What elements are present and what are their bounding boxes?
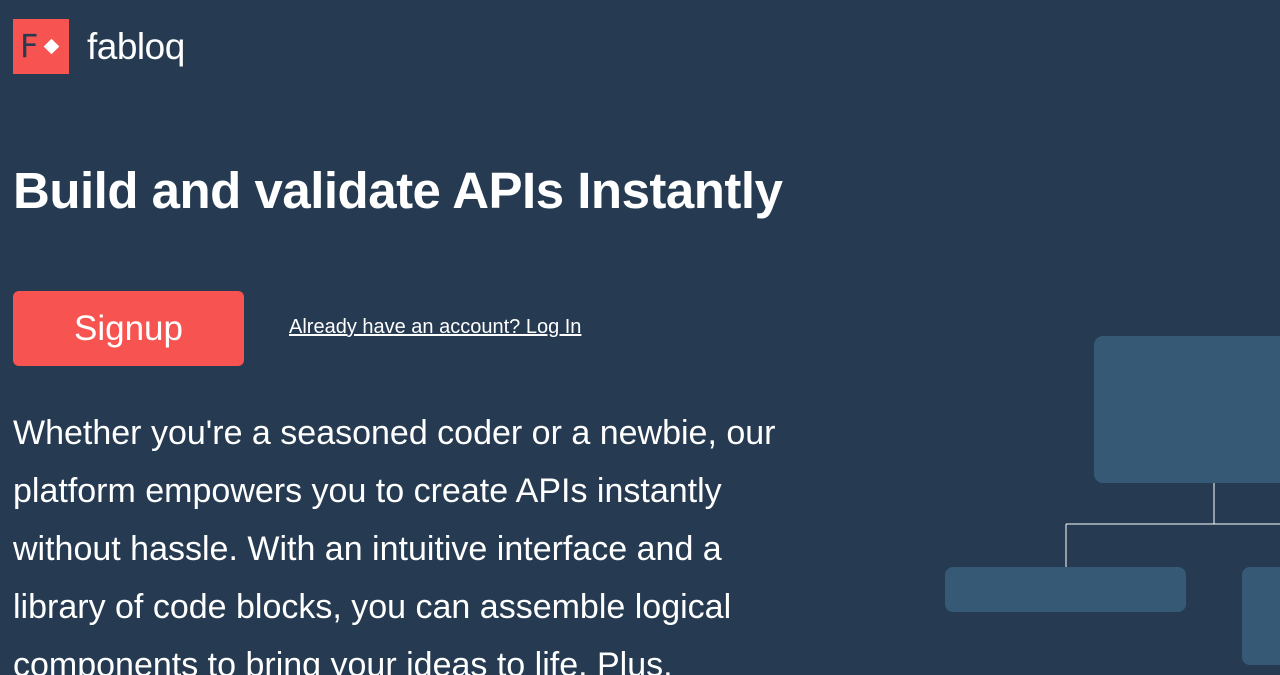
brand-name: fabloq bbox=[87, 25, 185, 67]
landing-page: F fabloq Build and validate APIs Instant… bbox=[0, 0, 1280, 675]
hero-title: Build and validate APIs Instantly bbox=[13, 162, 783, 219]
right-block-shape bbox=[1242, 567, 1280, 665]
top-block-shape bbox=[1094, 336, 1280, 483]
signup-button[interactable]: Signup bbox=[13, 291, 244, 366]
brand-logo-link[interactable]: F fabloq bbox=[13, 19, 185, 74]
logo-mark-letter: F bbox=[20, 27, 39, 65]
diamond-icon bbox=[43, 38, 60, 55]
hero-description: Whether you're a seasoned coder or a new… bbox=[13, 414, 776, 675]
fabloq-logo-icon: F bbox=[13, 19, 69, 74]
left-block-shape bbox=[945, 567, 1186, 612]
login-link[interactable]: Already have an account? Log In bbox=[289, 316, 581, 339]
